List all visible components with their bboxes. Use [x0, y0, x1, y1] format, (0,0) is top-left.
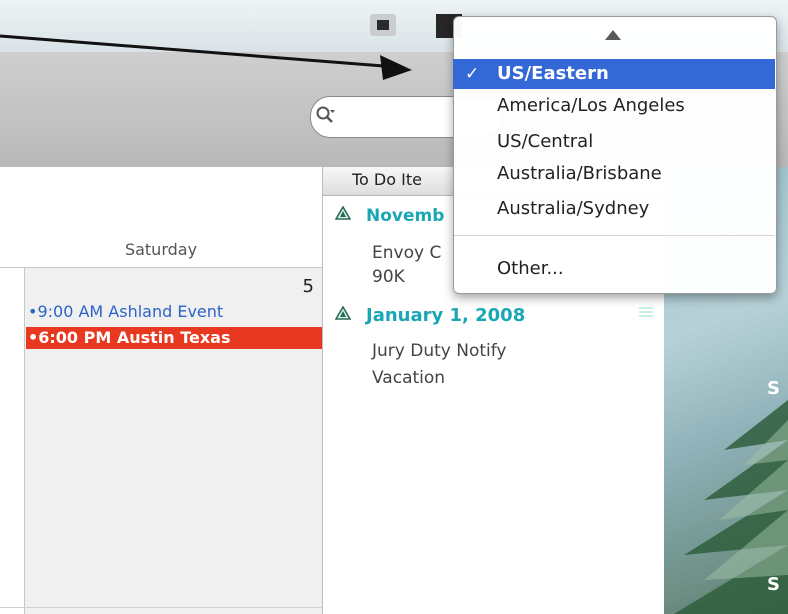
- timezone-item-australia-brisbane[interactable]: Australia/Brisbane: [453, 159, 775, 189]
- todo-header-label: To Do Ite: [352, 170, 422, 189]
- todo-item-note: Vacation: [372, 368, 446, 388]
- priority-lines-icon[interactable]: [638, 306, 654, 318]
- menubar-app-icon[interactable]: [370, 14, 396, 36]
- timezone-item-other[interactable]: Other...: [453, 254, 775, 284]
- warning-triangle-icon: [335, 306, 351, 320]
- timezone-item-us-central[interactable]: US/Central: [453, 127, 775, 157]
- menu-separator: [454, 235, 774, 236]
- search-icon: [316, 106, 335, 123]
- photo-caption: S: [767, 574, 780, 595]
- todo-item-date[interactable]: January 1, 2008: [366, 305, 525, 326]
- todo-item-note: Jury Duty Notify: [372, 341, 507, 361]
- todo-item-note: 90K: [372, 267, 405, 287]
- divider: [0, 607, 322, 608]
- checkmark-icon: ✓: [465, 64, 480, 84]
- calendar-event-ashland[interactable]: •9:00 AM Ashland Event: [28, 302, 223, 321]
- day-number: 5: [302, 276, 314, 297]
- timezone-item-australia-sydney[interactable]: Australia/Sydney: [453, 194, 775, 224]
- timezone-item-america-los-angeles[interactable]: America/Los Angeles: [453, 91, 775, 121]
- timezone-item-us-eastern[interactable]: US/Eastern: [453, 59, 775, 89]
- photo-caption: S: [767, 378, 780, 399]
- todo-item-date[interactable]: Novemb: [366, 206, 444, 226]
- calendar-event-austin[interactable]: •6:00 PM Austin Texas: [26, 327, 322, 349]
- triangle-up-icon[interactable]: [604, 28, 622, 42]
- day-name: Saturday: [124, 240, 198, 259]
- warning-triangle-icon: [335, 206, 351, 220]
- todo-item-note: Envoy C: [372, 243, 442, 263]
